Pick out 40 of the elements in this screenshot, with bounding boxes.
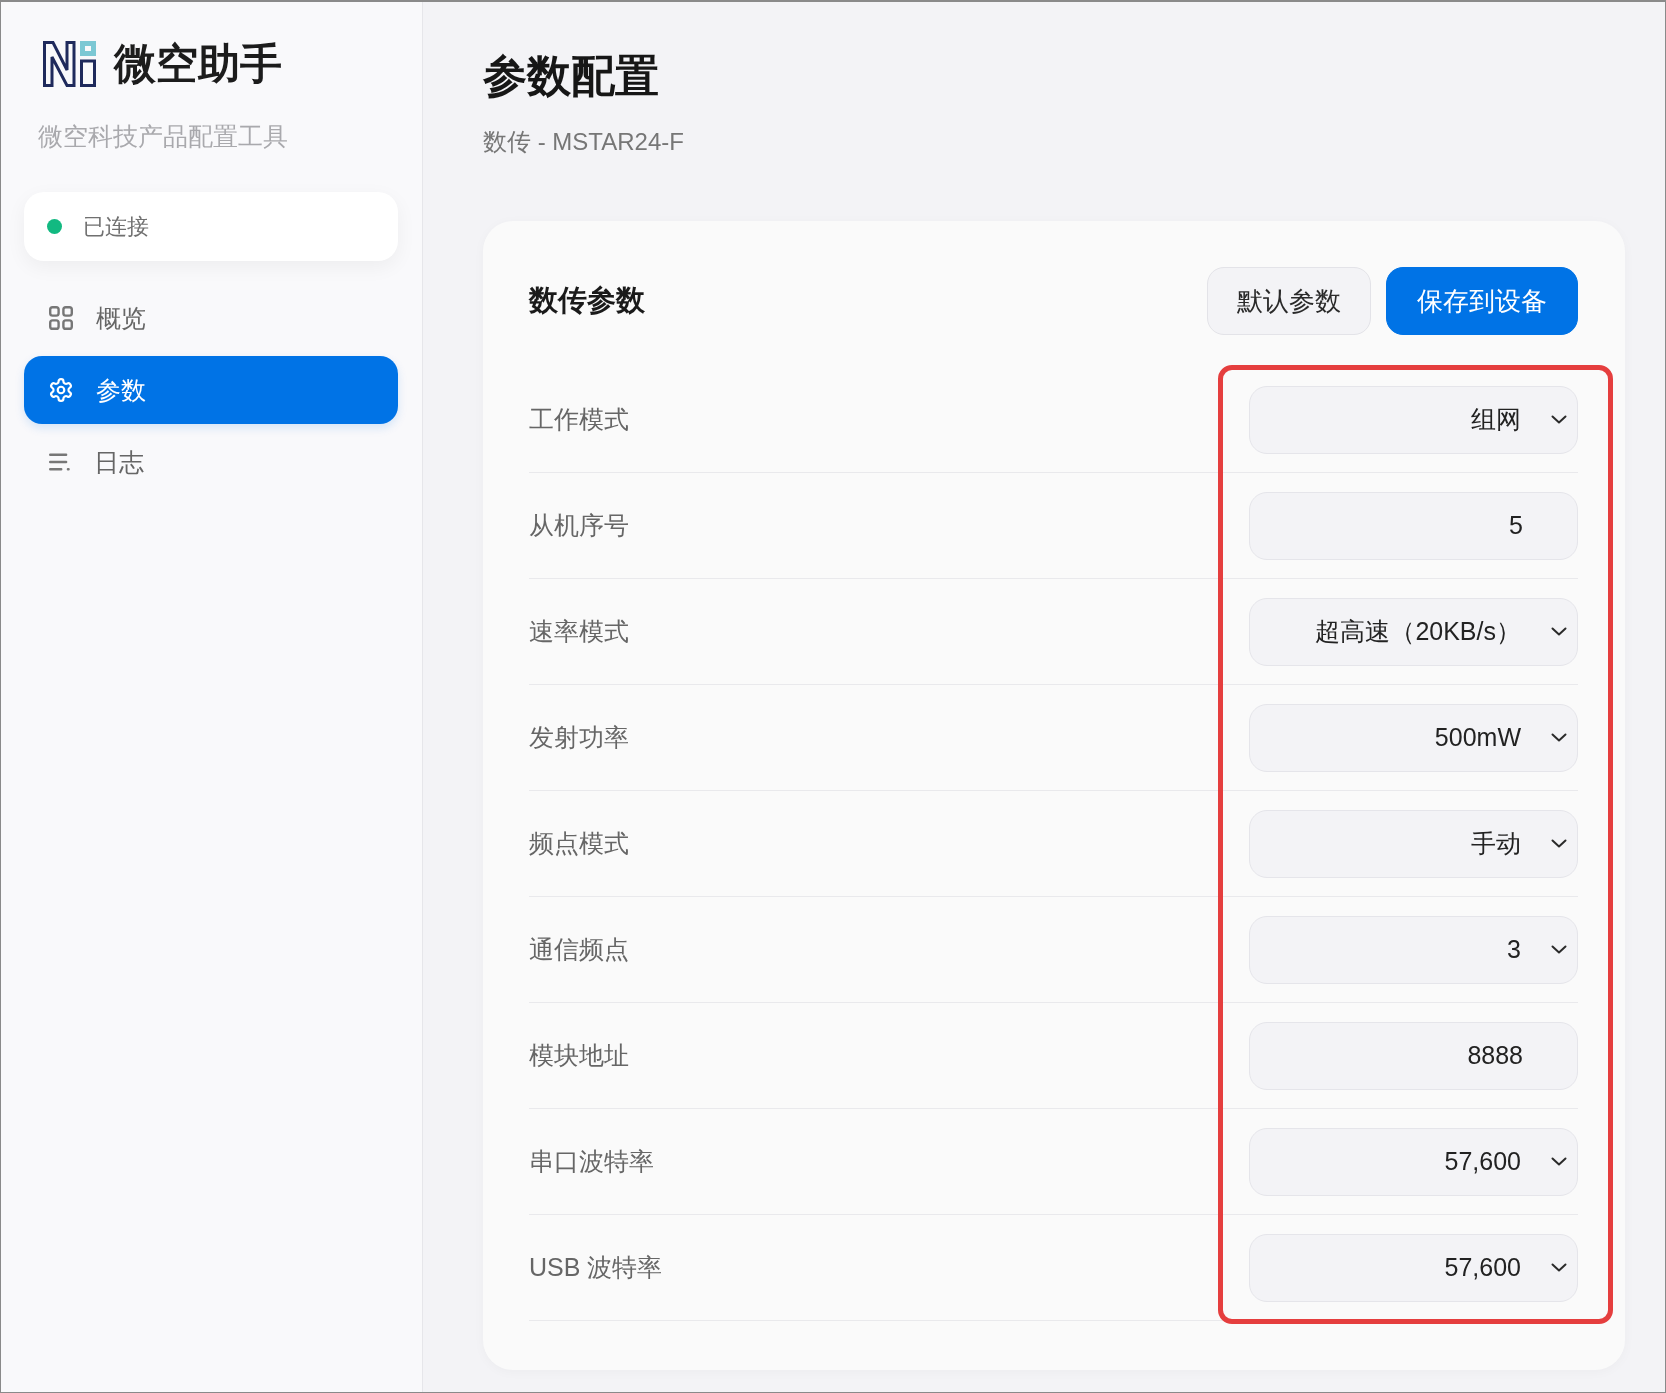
- dropdown[interactable]: 手动: [1249, 809, 1578, 878]
- card-title: 数传参数: [529, 283, 645, 318]
- list-icon: [49, 452, 71, 472]
- input-field[interactable]: 5: [1249, 491, 1578, 560]
- chevron-down-icon: [1551, 945, 1567, 954]
- settings-icon: [49, 378, 73, 402]
- field-label: 通信频点: [529, 934, 629, 965]
- chevron-down-icon: [1551, 839, 1567, 848]
- app-subtitle: 微空科技产品配置工具: [38, 121, 289, 152]
- nav-item[interactable]: 概览: [24, 284, 398, 352]
- page-title: 参数配置: [483, 50, 660, 102]
- field-label: USB 波特率: [529, 1252, 663, 1283]
- field-label: 发射功率: [529, 722, 629, 753]
- dropdown[interactable]: 3: [1249, 915, 1578, 984]
- nav-item[interactable]: 参数: [24, 356, 398, 424]
- logo-icon: [43, 41, 96, 87]
- field-label: 从机序号: [529, 510, 629, 541]
- field-label: 速率模式: [529, 616, 629, 647]
- chevron-down-icon: [1551, 627, 1567, 636]
- dropdown[interactable]: 500mW: [1249, 703, 1578, 772]
- field-label: 串口波特率: [529, 1146, 654, 1177]
- dropdown[interactable]: 57,600: [1249, 1127, 1578, 1196]
- save-button[interactable]: 保存到设备: [1386, 267, 1578, 335]
- defaults-button[interactable]: 默认参数: [1207, 267, 1371, 335]
- grid-icon: [49, 306, 73, 330]
- connection-label: 已连接: [83, 212, 149, 241]
- chevron-down-icon: [1551, 733, 1567, 742]
- field-label: 频点模式: [529, 828, 629, 859]
- field-label: 模块地址: [529, 1040, 629, 1071]
- chevron-down-icon: [1551, 415, 1567, 424]
- dropdown[interactable]: 57,600: [1249, 1233, 1578, 1302]
- dropdown[interactable]: 超高速（20KB/s）: [1249, 597, 1578, 666]
- app-name: 微空助手: [114, 40, 282, 88]
- input-field[interactable]: 8888: [1249, 1021, 1578, 1090]
- page-subtitle: 数传 - MSTAR24-F: [483, 127, 685, 157]
- chevron-down-icon: [1551, 1263, 1567, 1272]
- dropdown[interactable]: 组网: [1249, 385, 1578, 454]
- chevron-down-icon: [1551, 1157, 1567, 1166]
- field-label: 工作模式: [529, 404, 629, 435]
- nav-item[interactable]: 日志: [24, 428, 398, 496]
